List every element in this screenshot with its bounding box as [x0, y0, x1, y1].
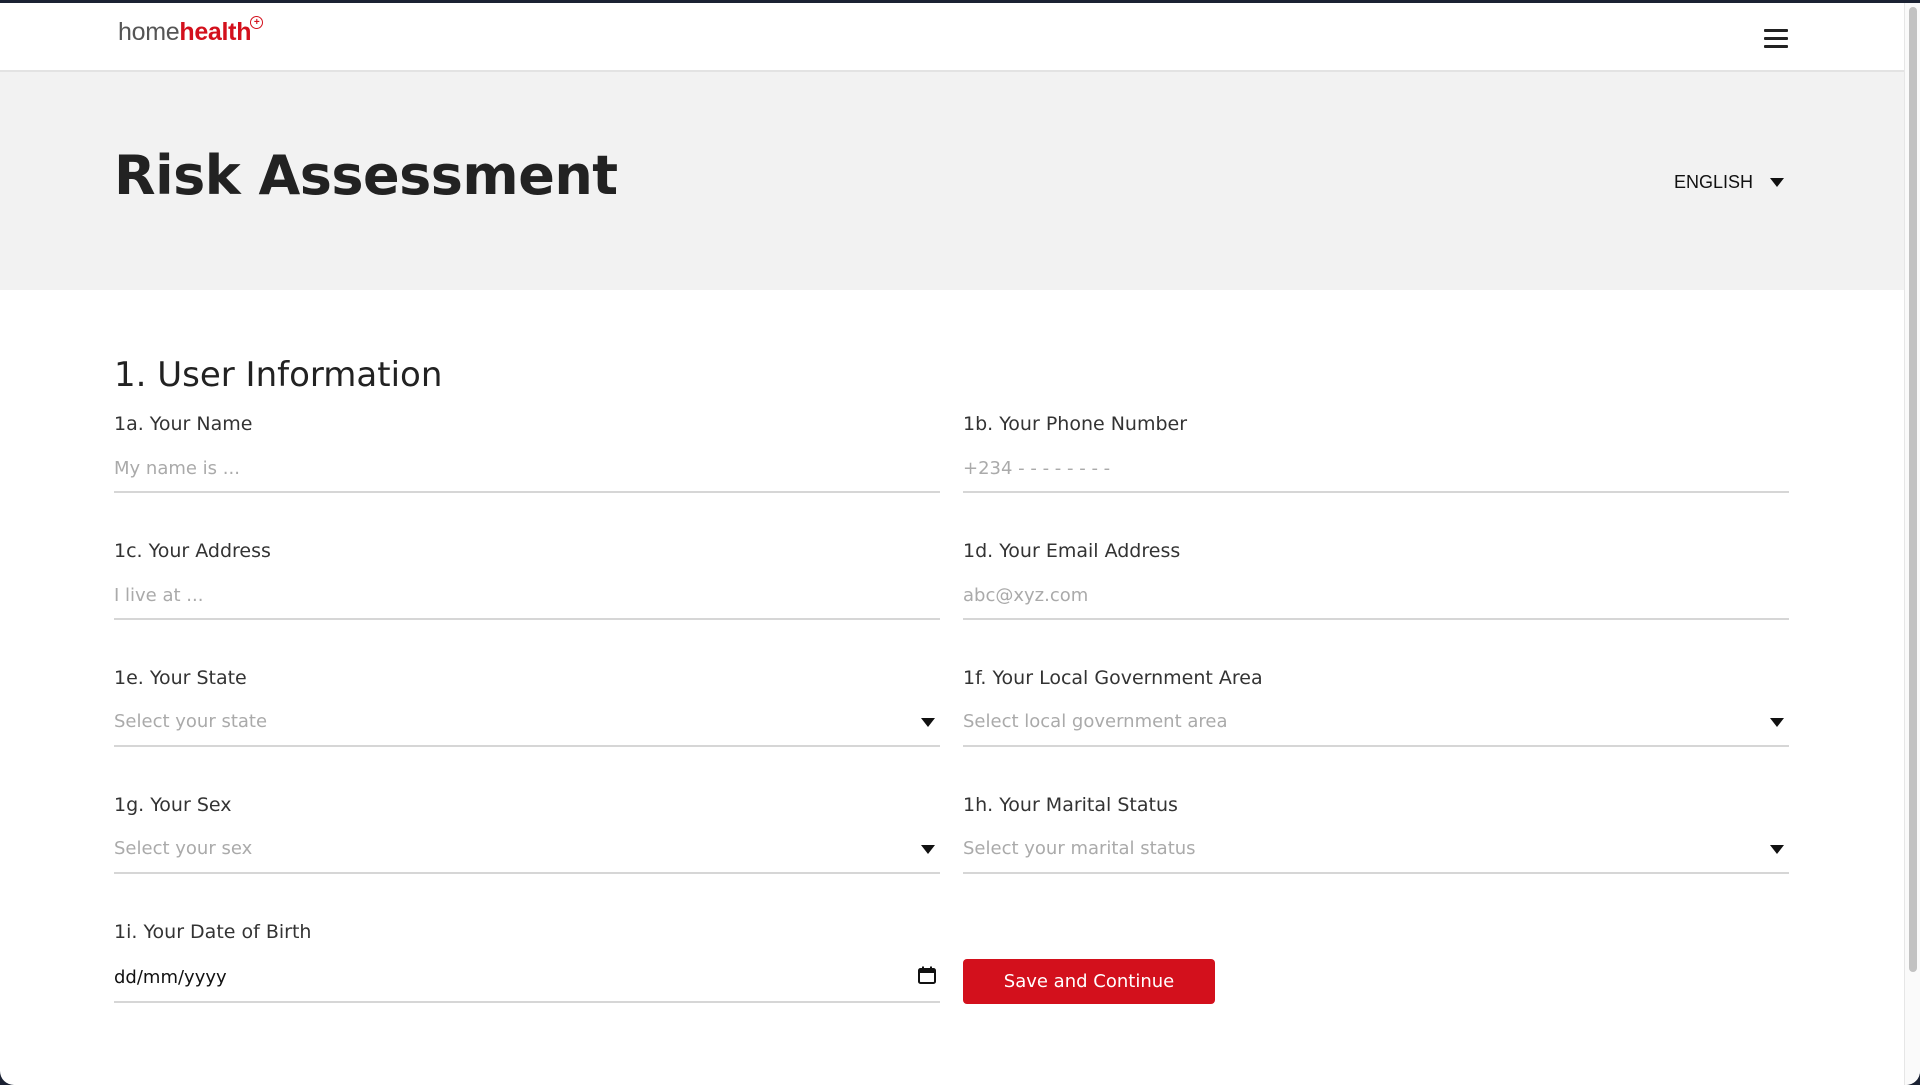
email-label: 1d. Your Email Address — [963, 540, 1181, 562]
marital-label: 1h. Your Marital Status — [963, 794, 1178, 816]
sex-select-placeholder: Select your sex — [114, 838, 253, 859]
caret-down-icon — [921, 718, 935, 727]
caret-down-icon — [921, 845, 935, 854]
caret-down-icon — [1770, 178, 1784, 187]
logo-plus-icon: + — [250, 16, 264, 29]
marital-select[interactable]: Select your marital status — [963, 826, 1789, 874]
state-select-placeholder: Select your state — [114, 711, 268, 732]
phone-label: 1b. Your Phone Number — [963, 413, 1188, 435]
lga-select-placeholder: Select local government area — [963, 711, 1228, 732]
calendar-icon[interactable] — [918, 966, 936, 984]
hamburger-bar — [1764, 29, 1788, 32]
marital-select-placeholder: Select your marital status — [963, 838, 1196, 859]
hamburger-bar — [1764, 37, 1788, 40]
lga-select[interactable]: Select local government area — [963, 699, 1789, 747]
app-window: homehealth + Risk Assessment ENGLISH 1. … — [0, 3, 1920, 1085]
section-title: 1. User Information — [114, 355, 443, 395]
scrollbar-thumb[interactable] — [1909, 7, 1917, 972]
logo-text-health: health — [179, 18, 252, 46]
address-input[interactable] — [114, 572, 940, 620]
state-label: 1e. Your State — [114, 667, 247, 689]
language-label: ENGLISH — [1674, 172, 1754, 192]
language-selector[interactable]: ENGLISH — [1674, 172, 1784, 193]
phone-input[interactable] — [963, 445, 1789, 493]
state-select[interactable]: Select your state — [114, 699, 940, 747]
caret-down-icon — [1770, 718, 1784, 727]
hamburger-bar — [1764, 45, 1788, 48]
logo-text-home: home — [118, 18, 180, 46]
name-label: 1a. Your Name — [114, 413, 253, 435]
page-header-banner: Risk Assessment ENGLISH — [0, 72, 1904, 290]
sex-select[interactable]: Select your sex — [114, 826, 940, 874]
save-and-continue-button[interactable]: Save and Continue — [963, 959, 1215, 1004]
dob-value: dd/mm/yyyy — [114, 967, 227, 988]
lga-label: 1f. Your Local Government Area — [963, 667, 1263, 689]
address-label: 1c. Your Address — [114, 540, 271, 562]
caret-down-icon — [1770, 845, 1784, 854]
dob-label: 1i. Your Date of Birth — [114, 921, 312, 943]
dob-input[interactable]: dd/mm/yyyy — [114, 955, 940, 1003]
name-input[interactable] — [114, 445, 940, 493]
sex-label: 1g. Your Sex — [114, 794, 232, 816]
vertical-scrollbar[interactable] — [1904, 3, 1920, 1085]
top-navigation-bar: homehealth + — [0, 3, 1904, 72]
page-title: Risk Assessment — [114, 144, 618, 207]
homehealth-logo[interactable]: homehealth + — [118, 16, 264, 47]
hamburger-icon[interactable] — [1764, 29, 1788, 49]
email-input[interactable] — [963, 572, 1789, 620]
